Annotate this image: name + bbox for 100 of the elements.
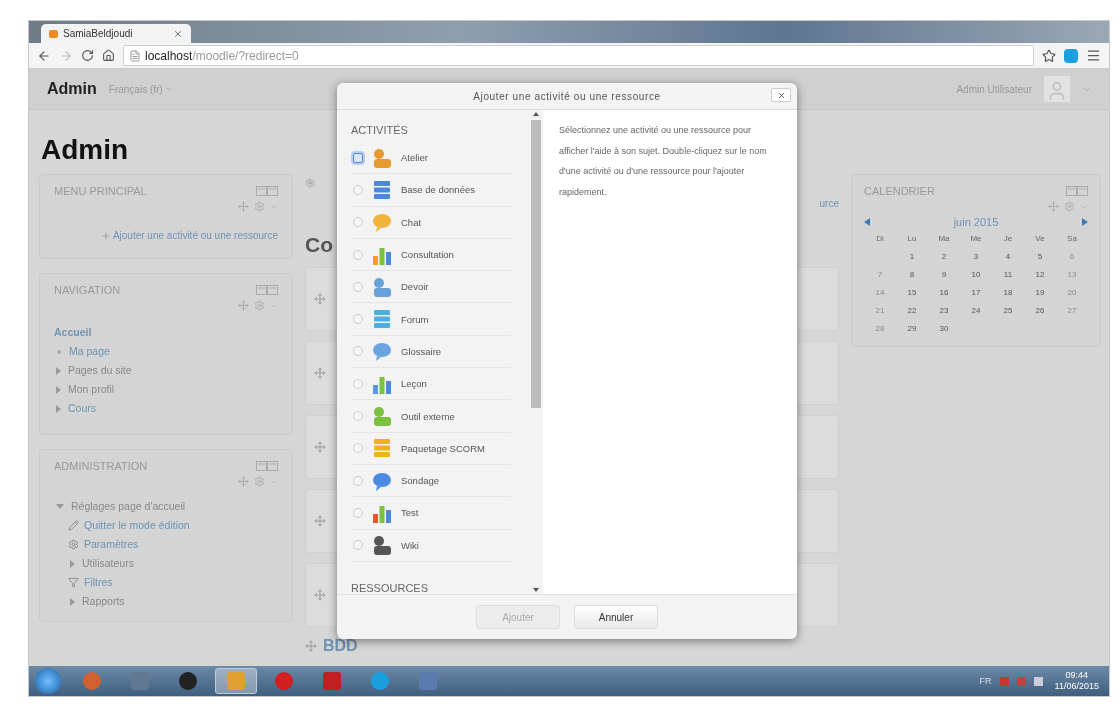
activity-option[interactable]: Outil externe bbox=[351, 400, 511, 433]
calendar-day[interactable]: 15 bbox=[896, 286, 928, 300]
calendar-day[interactable]: 8 bbox=[896, 268, 928, 282]
calendar-day[interactable]: 17 bbox=[960, 286, 992, 300]
browser-tab[interactable]: SamiaBeldjoudi bbox=[41, 24, 191, 43]
extension-icon[interactable] bbox=[1064, 48, 1078, 63]
radio-button[interactable] bbox=[353, 281, 363, 292]
reload-icon[interactable] bbox=[81, 49, 94, 62]
calendar-day[interactable]: 1 bbox=[896, 250, 928, 264]
calendar-day[interactable]: 3 bbox=[960, 250, 992, 264]
dock-icon[interactable] bbox=[256, 461, 278, 471]
menu-icon[interactable] bbox=[1086, 48, 1101, 63]
move-icon[interactable] bbox=[305, 640, 317, 652]
calendar-day[interactable]: 12 bbox=[1024, 268, 1056, 282]
activity-option[interactable]: Base de données bbox=[351, 174, 511, 207]
clock[interactable]: 09:44 11/06/2015 bbox=[1050, 670, 1103, 692]
activity-option[interactable]: Devoir bbox=[351, 271, 511, 304]
radio-button[interactable] bbox=[353, 346, 363, 357]
triangle-icon[interactable] bbox=[70, 559, 75, 568]
activity-option[interactable]: Test bbox=[351, 497, 511, 530]
avatar-icon[interactable] bbox=[1044, 76, 1070, 102]
calendar-day[interactable]: 26 bbox=[1024, 304, 1056, 318]
activity-option[interactable]: Chat bbox=[351, 206, 511, 239]
move-icon[interactable] bbox=[314, 367, 326, 379]
scroll-up-icon[interactable] bbox=[533, 112, 539, 116]
dock-icon[interactable] bbox=[1066, 186, 1088, 196]
calendar-day[interactable]: 5 bbox=[1024, 250, 1056, 264]
activity-option[interactable]: Glossaire bbox=[351, 335, 511, 369]
calendar-day[interactable]: 16 bbox=[928, 286, 960, 300]
activity-option[interactable]: Sondage bbox=[351, 464, 511, 498]
language-indicator[interactable]: FR bbox=[979, 676, 992, 686]
dialog-button[interactable]: Annuler bbox=[574, 605, 658, 629]
settings-icon[interactable] bbox=[254, 201, 265, 212]
activity-option[interactable]: Atelier bbox=[351, 142, 511, 175]
triangle-icon[interactable] bbox=[56, 366, 61, 375]
caret-icon[interactable] bbox=[164, 85, 173, 93]
site-brand[interactable]: Admin bbox=[47, 80, 97, 98]
calendar-day[interactable]: 9 bbox=[928, 268, 960, 282]
dock-icon[interactable] bbox=[256, 186, 278, 196]
back-icon[interactable] bbox=[37, 48, 51, 63]
radio-button[interactable] bbox=[353, 443, 363, 454]
triangle-icon[interactable] bbox=[56, 504, 64, 509]
home-icon[interactable] bbox=[102, 49, 115, 62]
move-icon[interactable] bbox=[314, 515, 326, 527]
move-icon[interactable] bbox=[238, 201, 249, 212]
calendar-day[interactable]: 25 bbox=[992, 304, 1024, 318]
radio-button[interactable] bbox=[353, 378, 363, 389]
forward-icon[interactable] bbox=[59, 48, 73, 63]
calendar-day[interactable]: 19 bbox=[1024, 286, 1056, 300]
move-icon[interactable] bbox=[314, 441, 326, 453]
scrollbar-thumb[interactable] bbox=[531, 120, 541, 408]
previous-month-icon[interactable] bbox=[864, 218, 870, 226]
radio-button[interactable] bbox=[353, 540, 363, 551]
calendar-day[interactable]: 22 bbox=[896, 304, 928, 318]
calendar-day[interactable]: 2 bbox=[928, 250, 960, 264]
move-icon[interactable] bbox=[314, 589, 326, 601]
settings-icon[interactable] bbox=[254, 476, 265, 487]
move-icon[interactable] bbox=[238, 476, 249, 487]
move-icon[interactable] bbox=[238, 300, 249, 311]
radio-button[interactable] bbox=[353, 152, 363, 163]
radio-button[interactable] bbox=[353, 217, 363, 228]
radio-button[interactable] bbox=[353, 507, 363, 518]
activity-option[interactable]: Paquetage SCORM bbox=[351, 432, 511, 465]
calendar-day[interactable]: 10 bbox=[960, 268, 992, 282]
triangle-icon[interactable] bbox=[70, 597, 75, 606]
activity-option[interactable]: Forum bbox=[351, 303, 511, 336]
calendar-day[interactable]: 4 bbox=[992, 250, 1024, 264]
settings-icon bbox=[68, 539, 79, 550]
move-icon[interactable] bbox=[1048, 201, 1059, 212]
triangle-icon[interactable] bbox=[56, 404, 61, 413]
calendar-day[interactable]: 23 bbox=[928, 304, 960, 318]
move-icon[interactable] bbox=[314, 293, 326, 305]
activity-icon bbox=[371, 178, 393, 201]
dock-icon[interactable] bbox=[256, 285, 278, 295]
settings-icon[interactable] bbox=[305, 178, 315, 188]
calendar-day[interactable]: 24 bbox=[960, 304, 992, 318]
settings-icon[interactable] bbox=[254, 300, 265, 311]
radio-button[interactable] bbox=[353, 184, 363, 195]
start-button[interactable] bbox=[35, 668, 61, 694]
settings-icon[interactable] bbox=[1064, 201, 1075, 212]
radio-button[interactable] bbox=[353, 475, 363, 486]
close-icon[interactable] bbox=[173, 28, 183, 39]
radio-button[interactable] bbox=[353, 314, 363, 325]
close-button[interactable] bbox=[771, 88, 791, 102]
calendar-day[interactable]: 18 bbox=[992, 286, 1024, 300]
calendar-day[interactable]: 29 bbox=[896, 322, 928, 336]
star-icon[interactable] bbox=[1042, 48, 1056, 63]
calendar-day[interactable]: 30 bbox=[928, 322, 960, 336]
radio-button[interactable] bbox=[353, 249, 363, 260]
radio-button[interactable] bbox=[353, 411, 363, 421]
calendar-day[interactable]: 11 bbox=[992, 268, 1024, 282]
activity-option[interactable]: Wiki bbox=[351, 529, 511, 562]
activity-option[interactable]: Leçon bbox=[351, 368, 511, 401]
address-field[interactable]: localhost/moodle/?redirect=0 bbox=[123, 45, 1034, 66]
scroll-down-icon[interactable] bbox=[533, 588, 539, 592]
weekday-label: Me bbox=[969, 233, 983, 245]
activity-option[interactable]: Consultation bbox=[351, 238, 511, 272]
triangle-icon[interactable] bbox=[56, 385, 61, 394]
close-icon[interactable] bbox=[776, 90, 786, 100]
next-month-icon[interactable] bbox=[1082, 218, 1088, 226]
